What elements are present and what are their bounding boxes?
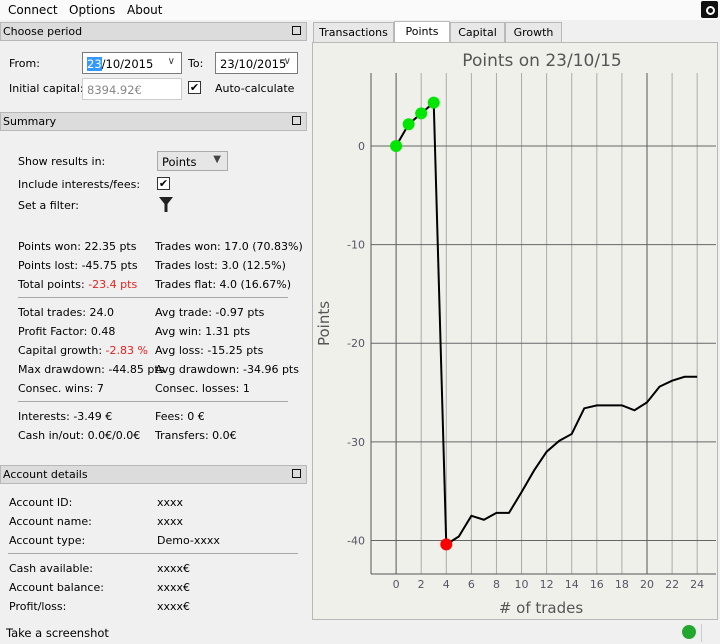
x-tick-label: 10 [515,578,529,591]
data-point-marker [415,107,428,120]
y-tick-label: -20 [347,337,365,350]
y-tick-label: -10 [347,239,365,252]
x-tick-label: 20 [640,578,654,591]
data-point-marker [402,118,415,131]
x-tick-label: 14 [565,578,579,591]
x-tick-label: 12 [540,578,554,591]
points-chart: 0 2 4 6 8 10 12 14 16 18 20 22 240-10-20-30-40Points… [315,51,716,617]
data-point-marker [390,139,403,152]
y-axis-label: Points [315,301,333,346]
data-point-marker [440,538,453,551]
x-tick-label: 4 [443,578,450,591]
data-point-marker [427,96,440,109]
x-tick-label: 0 [393,578,400,591]
x-tick-label: 8 [493,578,500,591]
x-tick-label: 2 [418,578,425,591]
x-tick-label: 18 [615,578,629,591]
x-tick-label: 22 [665,578,679,591]
x-tick-label: 24 [690,578,704,591]
x-tick-label: 16 [590,578,604,591]
chart-title: Points on 23/10/15 [462,51,621,71]
y-tick-label: -30 [347,436,365,449]
y-tick-label: -40 [347,534,365,547]
y-tick-label: 0 [358,140,365,153]
plot-area [371,73,716,574]
x-tick-label: 6 [468,578,475,591]
x-axis-label: # of trades [499,599,584,617]
